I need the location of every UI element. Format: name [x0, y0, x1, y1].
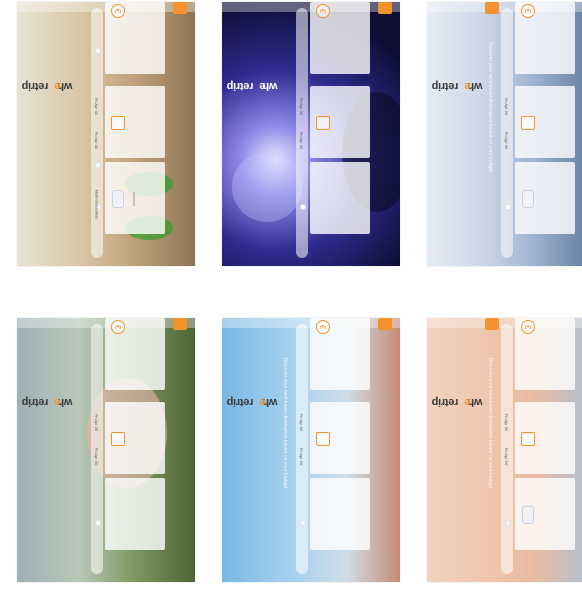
search-field-2[interactable]: Fri Apr 00 [92, 436, 102, 476]
feature-card-1 [310, 478, 370, 550]
feature-card-2 [105, 86, 165, 158]
feature-card-3 [310, 318, 370, 390]
euro-icon [316, 320, 330, 334]
feature-card-3 [310, 2, 370, 74]
search-field-3[interactable]: Fri Apr 00 [92, 402, 102, 442]
brand-logo[interactable]: wh e retrip [432, 76, 482, 96]
search-bar[interactable]: Fri Apr 00 Fri Apr 00 [91, 324, 103, 574]
brand-logo[interactable]: wh e retrip [227, 76, 277, 96]
feature-card-3 [105, 318, 165, 390]
radio-one-way[interactable] [95, 520, 101, 526]
signup-button[interactable] [485, 2, 499, 14]
search-field-3[interactable]: Fri Apr 00 [92, 86, 102, 126]
search-bar[interactable]: Fri Apr 00 Fri Apr 00 [296, 324, 308, 574]
feature-card-3 [105, 2, 165, 74]
feature-card-2 [105, 402, 165, 474]
radio-one-way[interactable] [300, 520, 306, 526]
feature-card-2 [310, 86, 370, 158]
feature-card-2 [310, 402, 370, 474]
brand-logo[interactable]: wh e retrip [227, 392, 277, 412]
feature-card-2 [515, 86, 575, 158]
calendar-icon [111, 432, 125, 446]
search-bar[interactable]: Fri Apr 00 Fri Apr 00 [501, 324, 513, 574]
travellers-dot[interactable] [95, 48, 101, 54]
signup-button[interactable] [173, 318, 187, 330]
signup-button[interactable] [173, 2, 187, 14]
search-field-2[interactable]: Fri Apr 00 [502, 120, 512, 160]
search-field-3[interactable]: Fri Apr 00 [502, 86, 512, 126]
search-bar[interactable]: Fri Apr 00 Fri Apr 00 [296, 8, 308, 258]
search-field-3[interactable]: Fri Apr 00 [297, 402, 307, 442]
signup-button[interactable] [378, 318, 392, 330]
radio-one-way[interactable] [300, 204, 306, 210]
feature-card-3 [515, 318, 575, 390]
calendar-icon [316, 116, 330, 130]
feature-card-1 [105, 162, 165, 234]
euro-icon [521, 4, 535, 18]
screenshot-tile-4: wh e retrip Fri Apr 00 Fri Apr 00 [17, 318, 195, 582]
feature-card-3 [515, 2, 575, 74]
calendar-icon [521, 116, 535, 130]
search-bar[interactable]: Fri Apr 00 Fri Apr 00 [501, 8, 513, 258]
feature-card-1 [515, 478, 575, 550]
screenshot-tile-2: wh e retrip Fri Apr 00 Fri Apr 00 [222, 2, 400, 266]
calendar-icon [521, 432, 535, 446]
search-field-2[interactable]: Fri Apr 00 [502, 436, 512, 476]
search-bar[interactable]: Multi-Destination Fri Apr 00 Fri Apr 00 [91, 8, 103, 258]
brand-logo[interactable]: wh e retrip [22, 76, 72, 96]
screenshot-tile-1: wh e retrip Multi-Destination Fri Apr 00 F… [17, 2, 195, 266]
badge-icon [522, 190, 534, 208]
signup-button[interactable] [378, 2, 392, 14]
screenshot-tile-3: wh e retrip Discover your next travel dest… [427, 2, 582, 266]
screenshot-tile-5: wh e retrip Discover your next travel dest… [222, 318, 400, 582]
radio-one-way[interactable] [505, 204, 511, 210]
screenshot-tile-6: wh e retrip Discover your next travel dest… [427, 318, 582, 582]
stage-light-decoration [232, 152, 302, 222]
feature-card-2 [515, 402, 575, 474]
badge-icon [522, 506, 534, 524]
search-field-2[interactable]: Fri Apr 00 [92, 120, 102, 160]
radio-one-way[interactable] [505, 520, 511, 526]
feature-card-1 [515, 162, 575, 234]
euro-icon [111, 320, 125, 334]
badge-icon [112, 190, 124, 208]
search-field-2[interactable]: Fri Apr 00 [297, 120, 307, 160]
signup-button[interactable] [485, 318, 499, 330]
tagline: Discover your next travel destination ba… [282, 357, 289, 489]
tagline: Discover your next travel destination ba… [487, 357, 494, 489]
calendar-icon [111, 116, 125, 130]
brand-logo[interactable]: wh e retrip [432, 392, 482, 412]
feature-card-1 [105, 478, 165, 550]
feature-card-1 [310, 162, 370, 234]
euro-icon [316, 4, 330, 18]
tagline: Discover your next travel destination ba… [487, 41, 494, 173]
search-field-3[interactable]: Fri Apr 00 [502, 402, 512, 442]
brand-logo[interactable]: wh e retrip [22, 392, 72, 412]
card-text-line [133, 192, 135, 206]
radio-multi-destination[interactable] [95, 162, 101, 168]
search-field-3[interactable]: Fri Apr 00 [297, 86, 307, 126]
euro-icon [521, 320, 535, 334]
euro-icon [111, 4, 125, 18]
search-field-2[interactable]: Fri Apr 00 [297, 436, 307, 476]
search-field-1[interactable]: Multi-Destination [92, 184, 102, 224]
calendar-icon [316, 432, 330, 446]
